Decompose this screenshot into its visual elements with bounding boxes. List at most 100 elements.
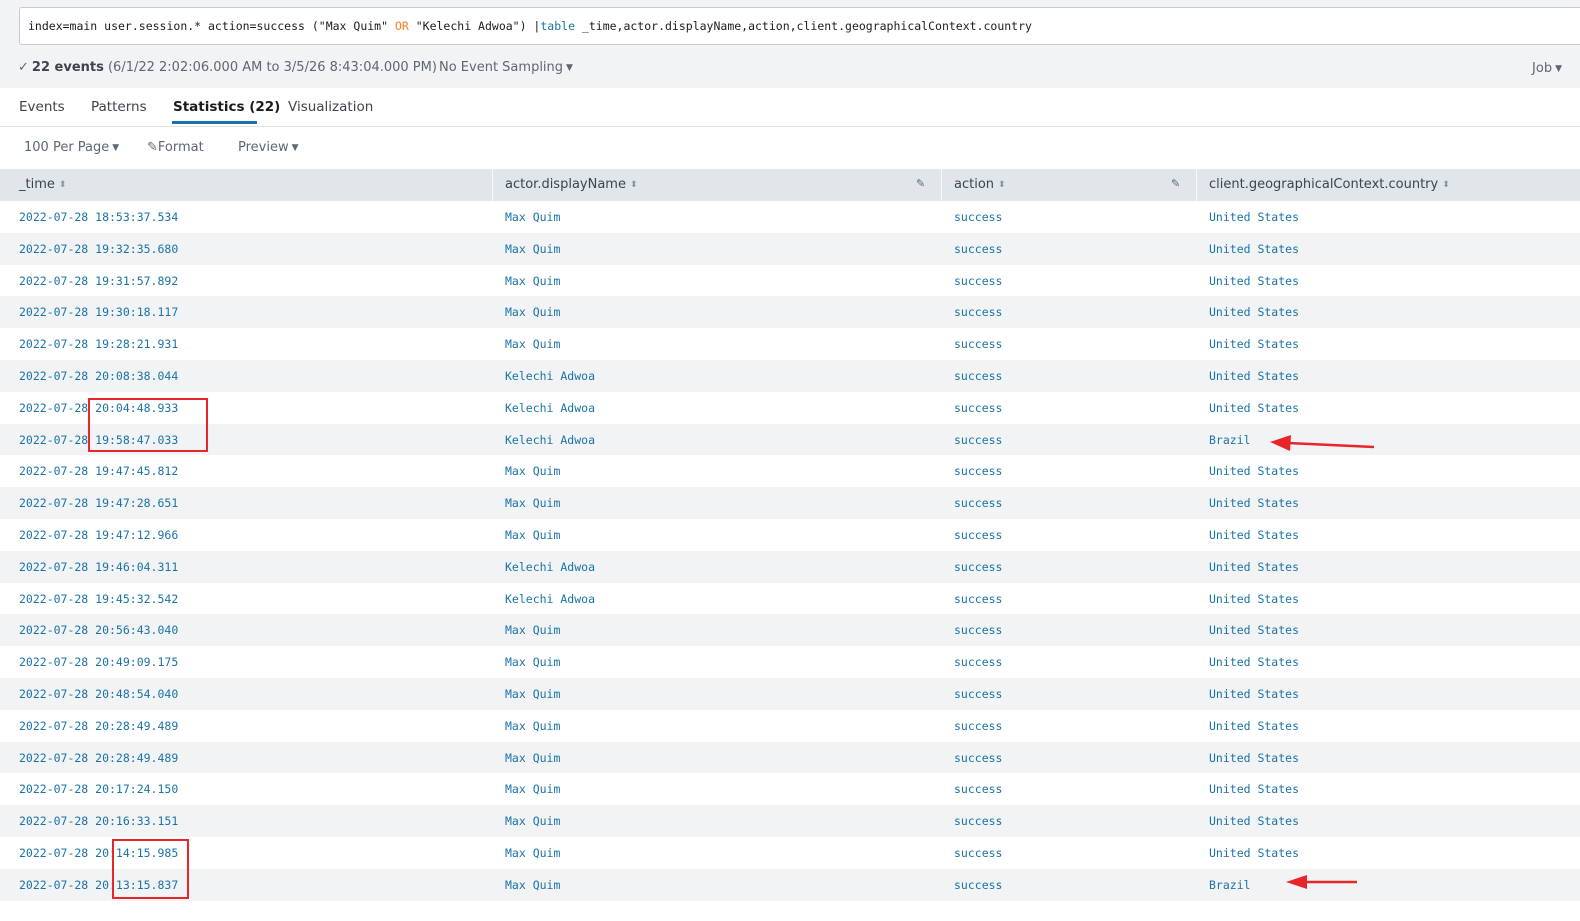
action-cell[interactable]: success [954,655,1002,669]
actor-cell[interactable]: Max Quim [505,846,560,860]
action-cell[interactable]: success [954,782,1002,796]
time-cell[interactable]: 2022-07-28 20:48:54.040 [19,687,178,701]
column-header-country[interactable]: client.geographicalContext.country ⬍ [1209,169,1450,201]
actor-cell[interactable]: Max Quim [505,623,560,637]
tab-events[interactable]: Events [19,99,65,115]
action-cell[interactable]: success [954,433,1002,447]
sort-icon[interactable]: ⬍ [59,180,67,190]
actor-cell[interactable]: Max Quim [505,464,560,478]
time-cell[interactable]: 2022-07-28 20:17:24.150 [19,782,178,796]
tab-visualization[interactable]: Visualization [288,99,373,115]
action-cell[interactable]: success [954,687,1002,701]
action-cell[interactable]: success [954,401,1002,415]
action-cell[interactable]: success [954,592,1002,606]
country-cell[interactable]: United States [1209,337,1299,351]
tab-statistics[interactable]: Statistics (22) [173,99,280,115]
actor-cell[interactable]: Kelechi Adwoa [505,401,595,415]
edit-column-icon[interactable]: ✎ [916,177,925,190]
country-cell[interactable]: Brazil [1209,878,1251,892]
action-cell[interactable]: success [954,369,1002,383]
action-cell[interactable]: success [954,814,1002,828]
action-cell[interactable]: success [954,305,1002,319]
time-cell[interactable]: 2022-07-28 20:28:49.489 [19,751,178,765]
time-cell[interactable]: 2022-07-28 20:28:49.489 [19,719,178,733]
preview-dropdown[interactable]: Preview ▼ [238,140,299,155]
actor-cell[interactable]: Max Quim [505,782,560,796]
search-input[interactable]: index=main user.session.* action=success… [19,7,1580,45]
column-header-action[interactable]: action ⬍ ✎ [954,169,1189,201]
actor-cell[interactable]: Max Quim [505,687,560,701]
country-cell[interactable]: United States [1209,719,1299,733]
actor-cell[interactable]: Max Quim [505,719,560,733]
country-cell[interactable]: United States [1209,210,1299,224]
country-cell[interactable]: United States [1209,687,1299,701]
action-cell[interactable]: success [954,623,1002,637]
actor-cell[interactable]: Max Quim [505,496,560,510]
time-cell[interactable]: 2022-07-28 19:45:32.542 [19,592,178,606]
time-cell[interactable]: 2022-07-28 19:30:18.117 [19,305,178,319]
action-cell[interactable]: success [954,560,1002,574]
country-cell[interactable]: United States [1209,592,1299,606]
country-cell[interactable]: United States [1209,560,1299,574]
country-cell[interactable]: United States [1209,242,1299,256]
actor-cell[interactable]: Kelechi Adwoa [505,433,595,447]
country-cell[interactable]: United States [1209,751,1299,765]
action-cell[interactable]: success [954,528,1002,542]
action-cell[interactable]: success [954,274,1002,288]
action-cell[interactable]: success [954,210,1002,224]
action-cell[interactable]: success [954,751,1002,765]
country-cell[interactable]: United States [1209,401,1299,415]
time-cell[interactable]: 2022-07-28 18:53:37.534 [19,210,178,224]
time-cell[interactable]: 2022-07-28 19:47:28.651 [19,496,178,510]
time-cell[interactable]: 2022-07-28 19:46:04.311 [19,560,178,574]
country-cell[interactable]: United States [1209,623,1299,637]
actor-cell[interactable]: Max Quim [505,655,560,669]
sort-icon[interactable]: ⬍ [1442,180,1450,190]
actor-cell[interactable]: Kelechi Adwoa [505,369,595,383]
actor-cell[interactable]: Max Quim [505,878,560,892]
time-cell[interactable]: 2022-07-28 20:16:33.151 [19,814,178,828]
time-cell[interactable]: 2022-07-28 19:31:57.892 [19,274,178,288]
country-cell[interactable]: Brazil [1209,433,1251,447]
action-cell[interactable]: success [954,496,1002,510]
format-button[interactable]: ✎Format [147,140,204,155]
action-cell[interactable]: success [954,464,1002,478]
actor-cell[interactable]: Max Quim [505,305,560,319]
country-cell[interactable]: United States [1209,814,1299,828]
job-menu[interactable]: Job ▼ [1532,61,1562,76]
edit-column-icon[interactable]: ✎ [1171,177,1180,190]
per-page-dropdown[interactable]: 100 Per Page ▼ [24,140,119,155]
actor-cell[interactable]: Max Quim [505,528,560,542]
time-cell[interactable]: 2022-07-28 19:47:45.812 [19,464,178,478]
sort-icon[interactable]: ⬍ [630,180,638,190]
actor-cell[interactable]: Max Quim [505,210,560,224]
event-sampling-dropdown[interactable]: No Event Sampling ▼ [439,60,573,75]
time-cell[interactable]: 2022-07-28 20:08:38.044 [19,369,178,383]
actor-cell[interactable]: Max Quim [505,274,560,288]
action-cell[interactable]: success [954,719,1002,733]
column-header-time[interactable]: _time ⬍ [19,169,66,201]
action-cell[interactable]: success [954,337,1002,351]
country-cell[interactable]: United States [1209,528,1299,542]
country-cell[interactable]: United States [1209,846,1299,860]
actor-cell[interactable]: Max Quim [505,751,560,765]
country-cell[interactable]: United States [1209,655,1299,669]
sort-icon[interactable]: ⬍ [998,180,1006,190]
actor-cell[interactable]: Max Quim [505,242,560,256]
country-cell[interactable]: United States [1209,369,1299,383]
time-cell[interactable]: 2022-07-28 19:32:35.680 [19,242,178,256]
action-cell[interactable]: success [954,878,1002,892]
country-cell[interactable]: United States [1209,464,1299,478]
action-cell[interactable]: success [954,846,1002,860]
actor-cell[interactable]: Max Quim [505,337,560,351]
time-cell[interactable]: 2022-07-28 19:28:21.931 [19,337,178,351]
action-cell[interactable]: success [954,242,1002,256]
time-cell[interactable]: 2022-07-28 20:49:09.175 [19,655,178,669]
country-cell[interactable]: United States [1209,782,1299,796]
time-cell[interactable]: 2022-07-28 20:56:43.040 [19,623,178,637]
country-cell[interactable]: United States [1209,305,1299,319]
time-cell[interactable]: 2022-07-28 19:47:12.966 [19,528,178,542]
actor-cell[interactable]: Max Quim [505,814,560,828]
actor-cell[interactable]: Kelechi Adwoa [505,592,595,606]
country-cell[interactable]: United States [1209,274,1299,288]
